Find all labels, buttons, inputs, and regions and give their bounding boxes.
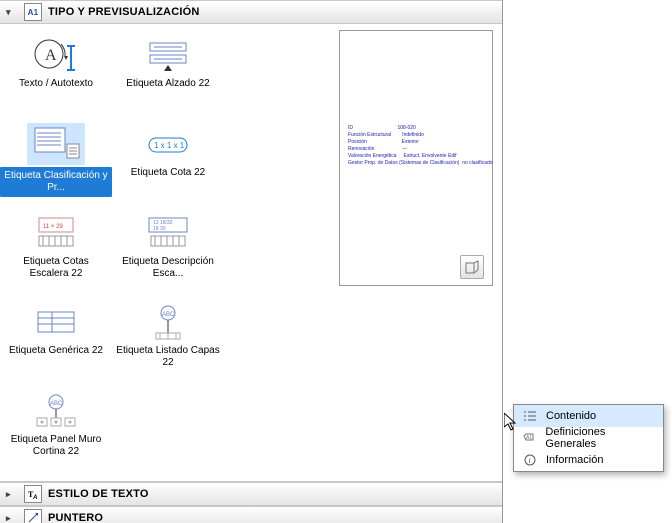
popup-item-information[interactable]: i Información: [514, 449, 663, 471]
popup-item-content[interactable]: Contenido: [514, 405, 663, 427]
gallery-item-label: Etiqueta Descripción Esca...: [114, 256, 222, 280]
preview-settings-button[interactable]: [460, 255, 484, 279]
dimension-label-icon: 1 x 1 x 1: [139, 123, 197, 165]
label-glyph-icon: A1: [24, 3, 42, 21]
gallery-item-stair-desc-label[interactable]: 13 18/3218 30 Etiqueta Descripción Esca.…: [114, 208, 222, 293]
gallery-item-label: Etiqueta Listado Capas 22: [114, 345, 222, 369]
gallery-item-classification-label[interactable]: Etiqueta Clasificación y Pr...: [2, 119, 110, 204]
section-title: PUNTERO: [48, 512, 103, 523]
svg-text:18 30: 18 30: [153, 226, 166, 232]
elevation-label-icon: [139, 34, 197, 76]
label-tag-icon: A1: [522, 431, 537, 445]
preview-sample-text: ID 108-020 Función Estructural Indefinid…: [348, 125, 493, 167]
gallery-item-label: Etiqueta Genérica 22: [2, 345, 110, 357]
popup-item-label: Contenido: [546, 410, 596, 422]
gallery-item-dimension-label[interactable]: 1 x 1 x 1 Etiqueta Cota 22: [114, 119, 222, 204]
section-pointer-header[interactable]: ▸ PUNTERO: [0, 506, 502, 523]
text-style-icon: TA: [24, 485, 42, 503]
expand-icon: ▸: [6, 513, 18, 523]
gallery-item-curtain-wall-label[interactable]: ABC Etiqueta Panel Muro Cortina 22: [2, 386, 110, 471]
gallery-item-label: Etiqueta Alzado 22: [114, 78, 222, 90]
gallery-item-label: Etiqueta Panel Muro Cortina 22: [2, 434, 110, 458]
svg-text:ABC: ABC: [162, 312, 175, 318]
gallery-item-label: Texto / Autotexto: [2, 78, 110, 90]
svg-text:i: i: [529, 456, 531, 465]
info-icon: i: [522, 453, 538, 467]
section-type-preview-header[interactable]: ▾ A1 TIPO Y PREVISUALIZACIÓN: [0, 0, 502, 24]
gallery-item-text-autotext[interactable]: A Texto / Autotexto: [2, 30, 110, 115]
svg-text:A1: A1: [526, 435, 532, 441]
text-autotext-icon: A: [27, 34, 85, 76]
section-title: ESTILO DE TEXTO: [48, 488, 149, 500]
popup-item-label: Definiciones Generales: [545, 426, 655, 450]
gallery-item-label: Etiqueta Clasificación y Pr...: [0, 167, 112, 197]
preview-canvas: ID 108-020 Función Estructural Indefinid…: [339, 30, 493, 286]
curtain-wall-label-icon: ABC: [27, 390, 85, 432]
pointer-icon: [24, 509, 42, 523]
svg-text:1 x 1 x 1: 1 x 1 x 1: [154, 141, 185, 150]
gallery-item-layers-label[interactable]: ABC Etiqueta Listado Capas 22: [114, 297, 222, 382]
svg-text:A: A: [45, 47, 57, 64]
gallery-item-label: Etiqueta Cotas Escalera 22: [2, 256, 110, 280]
preview-pane: ID 108-020 Función Estructural Indefinid…: [335, 24, 502, 481]
list-icon: [522, 409, 538, 423]
layers-label-icon: ABC: [139, 301, 197, 343]
tab-popup-menu: Contenido A1 Definiciones Generales i In…: [513, 404, 664, 472]
gallery-item-label: Etiqueta Cota 22: [114, 167, 222, 179]
svg-text:A: A: [32, 495, 38, 500]
section-title: TIPO Y PREVISUALIZACIÓN: [48, 6, 200, 18]
generic-label-icon: [27, 301, 85, 343]
stair-desc-label-icon: 13 18/3218 30: [139, 212, 197, 254]
label-type-gallery: A Texto / Autotexto Etiqueta Alzado 22 E…: [0, 24, 335, 481]
gallery-item-stair-dim-label[interactable]: 11 × 29 Etiqueta Cotas Escalera 22: [2, 208, 110, 293]
popup-item-label: Información: [546, 454, 603, 466]
svg-text:ABC: ABC: [50, 401, 63, 407]
classification-label-icon: [27, 123, 85, 165]
popup-item-general-defs[interactable]: A1 Definiciones Generales: [514, 427, 663, 449]
gallery-item-elevation-label[interactable]: Etiqueta Alzado 22: [114, 30, 222, 115]
svg-text:11 × 29: 11 × 29: [43, 224, 63, 230]
stair-dim-label-icon: 11 × 29: [27, 212, 85, 254]
gallery-item-generic-label[interactable]: Etiqueta Genérica 22: [2, 297, 110, 382]
section-text-style-header[interactable]: ▸ TA ESTILO DE TEXTO: [0, 482, 502, 506]
collapse-icon: ▾: [6, 7, 18, 18]
expand-icon: ▸: [6, 489, 18, 500]
